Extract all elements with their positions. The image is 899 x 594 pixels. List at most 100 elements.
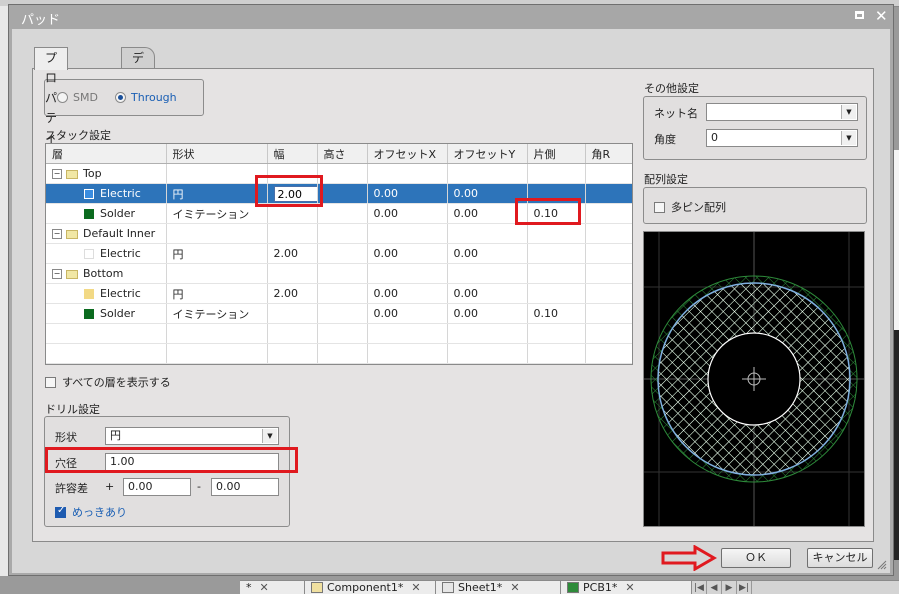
select-value: 0 bbox=[711, 131, 718, 144]
table-row[interactable]: Electric 円 2.00 0.00 0.00 bbox=[46, 283, 632, 304]
pad-preview bbox=[643, 231, 865, 527]
column-header[interactable]: 幅 bbox=[267, 144, 318, 164]
tab-properties[interactable]: プロパティ bbox=[34, 47, 69, 145]
column-header[interactable]: オフセットX bbox=[367, 144, 448, 164]
table-row-group[interactable]: − Bottom bbox=[46, 263, 632, 284]
angle-select[interactable]: 0 ▼ bbox=[706, 129, 858, 147]
tab-scroll-next-icon[interactable]: ▶ bbox=[722, 581, 737, 594]
column-header[interactable]: 層 bbox=[46, 144, 167, 164]
table-row[interactable]: Solder イミテーション 0.00 0.00 0.10 bbox=[46, 203, 632, 224]
offset-x-cell[interactable]: 0.00 bbox=[367, 283, 448, 304]
shape-cell[interactable]: 円 bbox=[166, 183, 268, 204]
offset-y-cell[interactable]: 0.00 bbox=[447, 243, 528, 264]
table-row-group[interactable]: − Default Inner bbox=[46, 223, 632, 244]
tab-scroll-first-icon[interactable]: |◀ bbox=[692, 581, 707, 594]
side-cell[interactable]: 0.10 bbox=[527, 203, 586, 224]
checkbox-icon bbox=[654, 201, 665, 213]
width-cell[interactable] bbox=[267, 203, 318, 224]
height-cell[interactable] bbox=[317, 183, 368, 204]
layer-color-swatch bbox=[84, 309, 94, 319]
shape-cell[interactable]: イミテーション bbox=[166, 303, 268, 324]
offset-x-cell[interactable]: 0.00 bbox=[367, 243, 448, 264]
document-tab[interactable]: * ✕ bbox=[240, 581, 305, 594]
collapse-icon[interactable]: − bbox=[52, 269, 62, 279]
height-cell[interactable] bbox=[317, 283, 368, 304]
tolerance-minus-input[interactable]: 0.00 bbox=[211, 478, 279, 496]
offset-x-cell[interactable]: 0.00 bbox=[367, 183, 448, 204]
offset-x-cell[interactable]: 0.00 bbox=[367, 203, 448, 224]
multipin-checkbox[interactable]: 多ピン配列 bbox=[654, 199, 726, 215]
height-cell[interactable] bbox=[317, 203, 368, 224]
column-header[interactable]: 片側 bbox=[527, 144, 586, 164]
tab-scroll-prev-icon[interactable]: ◀ bbox=[707, 581, 722, 594]
chevron-down-icon[interactable]: ▼ bbox=[841, 131, 856, 145]
select-value: 円 bbox=[110, 429, 121, 442]
column-header[interactable]: 高さ bbox=[317, 144, 368, 164]
side-cell[interactable] bbox=[527, 183, 586, 204]
collapse-icon[interactable]: − bbox=[52, 229, 62, 239]
column-header[interactable]: オフセットY bbox=[447, 144, 528, 164]
table-row-group[interactable]: − Top bbox=[46, 163, 632, 184]
drill-shape-select[interactable]: 円 ▼ bbox=[105, 427, 279, 445]
radio-smd[interactable]: SMD bbox=[57, 91, 98, 104]
offset-y-cell[interactable]: 0.00 bbox=[447, 183, 528, 204]
table-row[interactable]: Solder イミテーション 0.00 0.00 0.10 bbox=[46, 303, 632, 324]
document-tab-component[interactable]: Component1* ✕ bbox=[305, 581, 436, 594]
corner-cell[interactable] bbox=[585, 303, 632, 324]
width-edit-input[interactable]: 2.00 bbox=[273, 185, 316, 202]
width-cell[interactable]: 2.00 bbox=[267, 243, 318, 264]
close-icon[interactable]: ✕ bbox=[510, 581, 519, 594]
side-cell[interactable]: 0.10 bbox=[527, 303, 586, 324]
offset-x-cell[interactable]: 0.00 bbox=[367, 303, 448, 324]
dialog-titlebar[interactable]: パッド ✕ bbox=[9, 5, 893, 29]
corner-cell[interactable] bbox=[585, 183, 632, 204]
maximize-icon[interactable] bbox=[855, 11, 864, 19]
net-name-select[interactable]: ▼ bbox=[706, 103, 858, 121]
side-cell[interactable] bbox=[527, 283, 586, 304]
document-tab-sheet[interactable]: Sheet1* ✕ bbox=[436, 581, 561, 594]
table-row[interactable]: Electric 円 2.00 0.00 0.00 bbox=[46, 243, 632, 264]
table-row[interactable]: Electric 円 2.00 0.00 0.00 bbox=[46, 183, 632, 204]
ok-button[interactable]: ＯＫ bbox=[721, 548, 791, 568]
side-cell[interactable] bbox=[527, 243, 586, 264]
shape-cell[interactable]: 円 bbox=[166, 283, 268, 304]
shape-cell[interactable]: 円 bbox=[166, 243, 268, 264]
chevron-down-icon[interactable]: ▼ bbox=[262, 429, 277, 443]
radio-icon bbox=[57, 92, 68, 103]
tolerance-plus-sign: + bbox=[105, 480, 115, 493]
column-header[interactable]: 角R bbox=[585, 144, 632, 164]
corner-cell[interactable] bbox=[585, 243, 632, 264]
width-cell[interactable]: 2.00 bbox=[267, 283, 318, 304]
checkbox-label: めっきあり bbox=[72, 506, 127, 519]
layer-name: Electric bbox=[100, 287, 141, 300]
radio-through[interactable]: Through bbox=[115, 91, 177, 104]
tolerance-plus-input[interactable]: 0.00 bbox=[123, 478, 191, 496]
close-icon[interactable]: ✕ bbox=[875, 7, 888, 25]
offset-y-cell[interactable]: 0.00 bbox=[447, 283, 528, 304]
corner-cell[interactable] bbox=[585, 203, 632, 224]
offset-y-cell[interactable]: 0.00 bbox=[447, 203, 528, 224]
close-icon[interactable]: ✕ bbox=[625, 581, 634, 594]
plated-checkbox[interactable]: めっきあり bbox=[55, 504, 127, 520]
shape-cell[interactable]: イミテーション bbox=[166, 203, 268, 224]
offset-y-cell[interactable]: 0.00 bbox=[447, 303, 528, 324]
chevron-down-icon[interactable]: ▼ bbox=[841, 105, 856, 119]
document-tab-bar: * ✕ Component1* ✕ Sheet1* ✕ PCB1* ✕ |◀ ◀… bbox=[240, 580, 899, 594]
drill-diameter-input[interactable]: 1.00 bbox=[105, 453, 279, 471]
document-tab-pcb[interactable]: PCB1* ✕ bbox=[561, 581, 692, 594]
radio-label: SMD bbox=[73, 91, 98, 104]
tab-scroll-last-icon[interactable]: ▶| bbox=[737, 581, 752, 594]
cancel-button[interactable]: キャンセル bbox=[807, 548, 873, 568]
corner-cell[interactable] bbox=[585, 283, 632, 304]
width-cell[interactable] bbox=[267, 303, 318, 324]
width-cell[interactable]: 2.00 bbox=[267, 183, 318, 204]
column-header[interactable]: 形状 bbox=[166, 144, 268, 164]
resize-grip-icon[interactable] bbox=[877, 560, 887, 570]
show-all-layers-checkbox[interactable]: すべての層を表示する bbox=[45, 374, 171, 390]
collapse-icon[interactable]: − bbox=[52, 169, 62, 179]
height-cell[interactable] bbox=[317, 303, 368, 324]
height-cell[interactable] bbox=[317, 243, 368, 264]
tab-design-rules[interactable]: デザインルール bbox=[121, 47, 156, 185]
close-icon[interactable]: ✕ bbox=[411, 581, 420, 594]
close-icon[interactable]: ✕ bbox=[260, 581, 269, 594]
